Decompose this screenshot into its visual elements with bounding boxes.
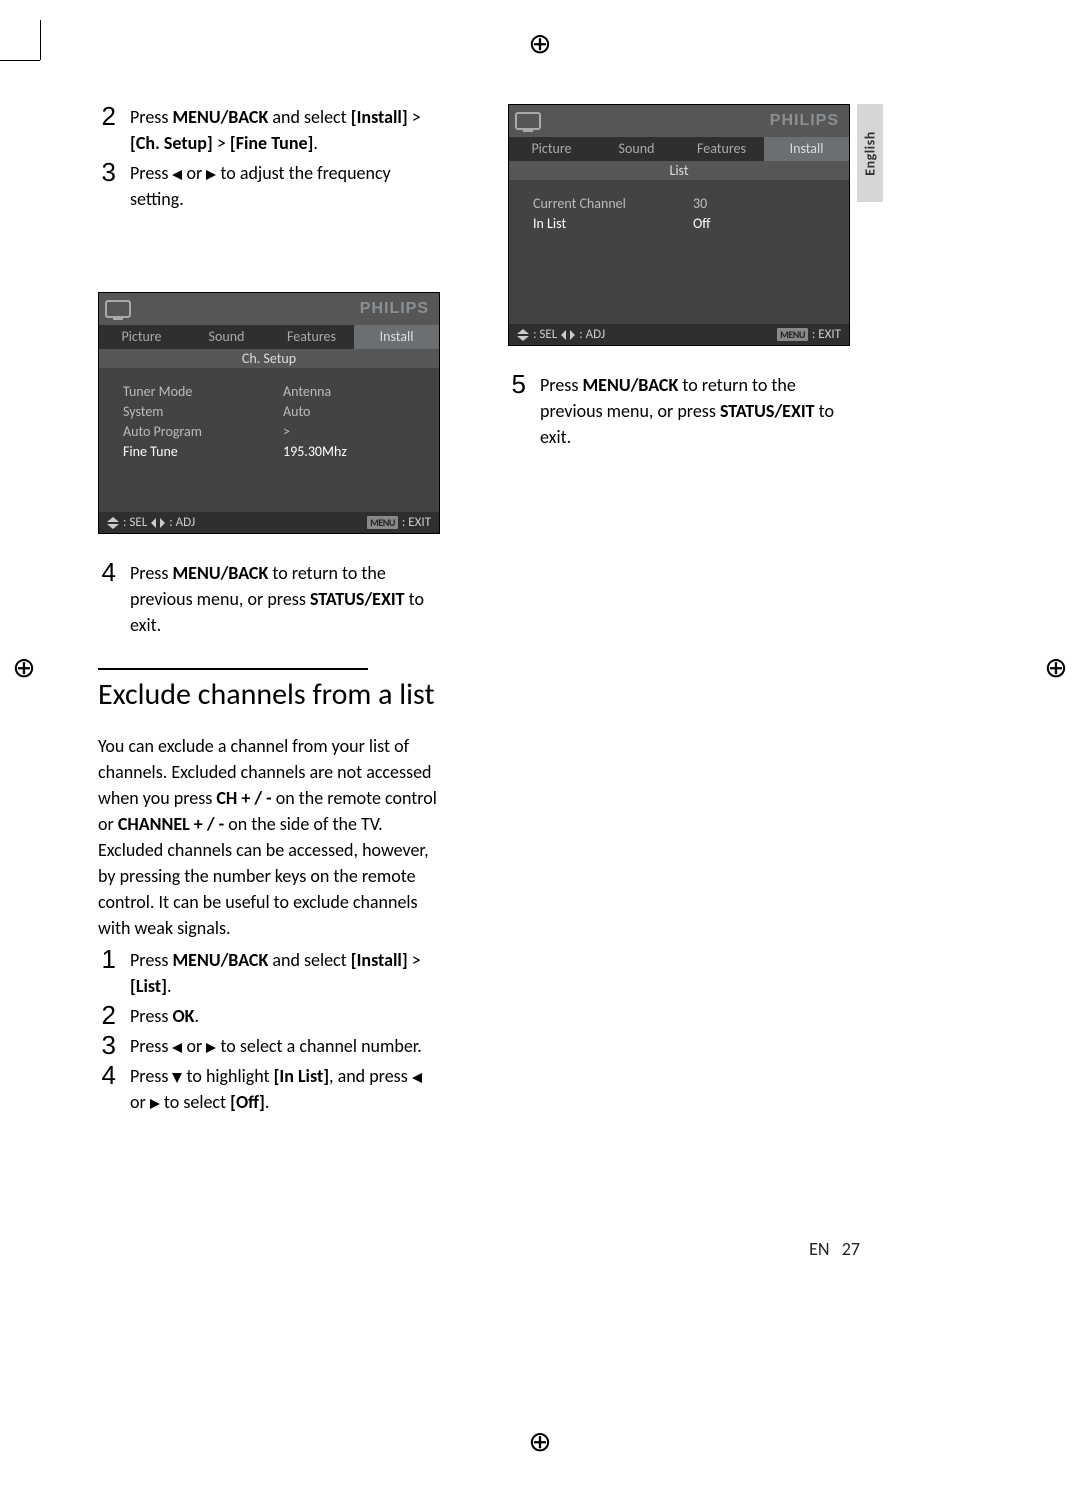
osd-subtitle: Ch. Setup [99,349,439,368]
osd-footer: : SEL : ADJ MENU : EXIT [99,512,439,533]
triangle-down-icon [172,1073,182,1083]
osd-row: Tuner ModeAntenna [123,382,439,402]
osd-row: Auto Program> [123,422,439,442]
triangle-right-icon [206,170,216,180]
registration-mark-icon: ⊕ [526,30,554,58]
osd-row-highlight: Fine Tune195.30Mhz [123,442,439,462]
step-body: Press MENU/BACK and select [Install] > [… [130,104,438,156]
step-item: 4 Press MENU/BACK to return to the previ… [98,560,438,638]
registration-mark-icon: ⊕ [1042,654,1070,682]
osd-footer: : SEL : ADJ MENU : EXIT [509,324,849,345]
crop-mark [40,20,41,60]
osd-tabs: Picture Sound Features Install [509,137,849,161]
osd-tabs: Picture Sound Features Install [99,325,439,349]
osd-tab: Picture [509,137,594,161]
step-list-exclude-return: 5 Press MENU/BACK to return to the previ… [508,372,848,450]
language-tab-label: English [862,131,879,175]
tv-icon [515,110,543,132]
step-number: 2 [98,1003,116,1029]
menu-box-icon: MENU [777,328,808,341]
osd-tab-active: Install [764,137,849,161]
section-rule [98,668,368,670]
triangle-left-icon [412,1073,422,1083]
language-tab: English [857,104,883,202]
step-body: Press MENU/BACK to return to the previou… [540,372,848,450]
osd-tab: Sound [594,137,679,161]
step-body: Press MENU/BACK to return to the previou… [130,560,438,638]
step-list-finetune-return: 4 Press MENU/BACK to return to the previ… [98,560,438,638]
step-item: 2 Press MENU/BACK and select [Install] >… [98,104,438,156]
osd-header: PHILIPS [99,293,439,325]
step-number: 4 [98,560,116,638]
triangle-updown-icon [517,329,529,341]
triangle-updown-icon [107,517,119,529]
osd-row: SystemAuto [123,402,439,422]
step-item: 3 Press or to select a channel number. [98,1033,438,1059]
registration-mark-icon: ⊕ [10,654,38,682]
step-body: Press to highlight [In List], and press … [130,1063,438,1115]
osd-screenshot-chsetup: PHILIPS Picture Sound Features Install C… [98,292,440,534]
triangle-leftright-icon [561,330,575,340]
step-body: Press MENU/BACK and select [Install] > [… [130,947,438,999]
osd-tab-active: Install [354,325,439,349]
triangle-right-icon [206,1043,216,1053]
step-number: 3 [98,160,116,212]
step-number: 1 [98,947,116,999]
registration-mark-icon: ⊕ [526,1428,554,1456]
step-list-finetune: 2 Press MENU/BACK and select [Install] >… [98,104,438,212]
step-item: 2 Press OK. [98,1003,438,1029]
osd-body: Current Channel30 In ListOff [509,180,849,324]
step-body: Press or to select a channel number. [130,1033,438,1059]
step-item: 1 Press MENU/BACK and select [Install] >… [98,947,438,999]
osd-tab: Features [269,325,354,349]
menu-box-icon: MENU [367,516,398,529]
step-body: Press or to adjust the frequency setting… [130,160,438,212]
crop-mark [0,60,40,61]
step-number: 3 [98,1033,116,1059]
triangle-left-icon [172,170,182,180]
step-item: 5 Press MENU/BACK to return to the previ… [508,372,848,450]
triangle-leftright-icon [151,518,165,528]
triangle-right-icon [150,1099,160,1109]
section-paragraph: You can exclude a channel from your list… [98,733,438,941]
step-item: 3 Press or to adjust the frequency setti… [98,160,438,212]
osd-screenshot-list: PHILIPS Picture Sound Features Install L… [508,104,850,346]
footer-lang: EN [809,1238,829,1260]
osd-row-highlight: In ListOff [533,214,849,234]
osd-tab: Picture [99,325,184,349]
osd-subtitle: List [509,161,849,180]
triangle-left-icon [172,1043,182,1053]
step-body: Press OK. [130,1003,438,1029]
osd-body: Tuner ModeAntenna SystemAuto Auto Progra… [99,368,439,512]
step-number: 4 [98,1063,116,1115]
osd-brand-label: PHILIPS [360,300,429,318]
tv-icon [105,298,133,320]
osd-row: Current Channel30 [533,194,849,214]
step-number: 5 [508,372,526,450]
step-list-exclude: 1 Press MENU/BACK and select [Install] >… [98,947,438,1115]
osd-tab: Features [679,137,764,161]
footer-page-number: 27 [842,1238,860,1260]
section-heading: Exclude channels from a list [98,676,438,713]
osd-header: PHILIPS [509,105,849,137]
step-item: 4 Press to highlight [In List], and pres… [98,1063,438,1115]
osd-brand-label: PHILIPS [770,112,839,130]
osd-tab: Sound [184,325,269,349]
step-number: 2 [98,104,116,156]
page-footer: EN 27 [809,1238,860,1260]
